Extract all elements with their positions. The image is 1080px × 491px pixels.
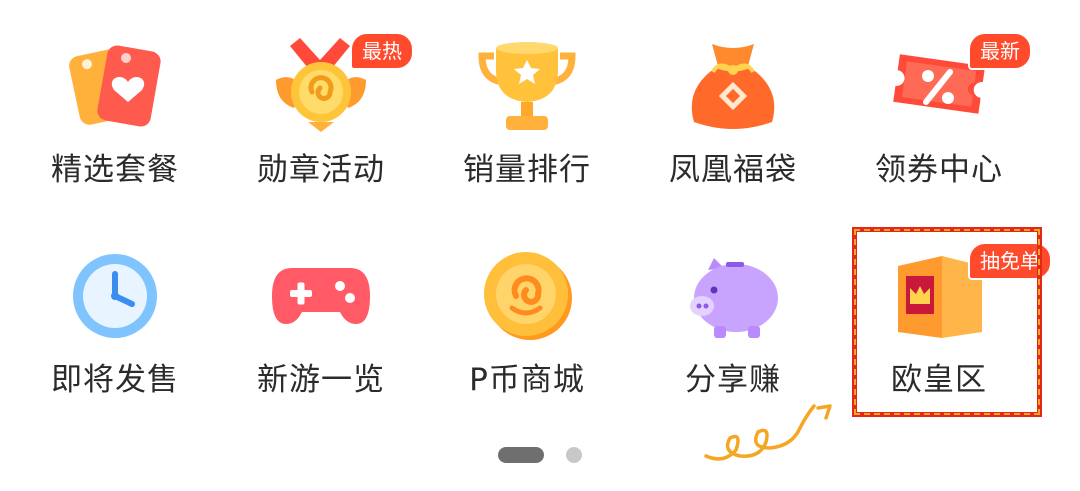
grid-item-p-coin-mall[interactable]: P币商城	[424, 230, 630, 420]
grid-item-coupon-center[interactable]: 最新 领券中心	[836, 20, 1042, 210]
grid-item-label: 勋章活动	[257, 152, 385, 188]
grid-item-sales-ranking[interactable]: 销量排行	[424, 20, 630, 210]
gamepad-icon	[266, 240, 376, 350]
clock-icon	[60, 240, 170, 350]
price-tag-heart-icon	[60, 30, 170, 140]
grid-item-label: 领券中心	[875, 152, 1003, 188]
grid-item-label: P币商城	[469, 362, 585, 398]
grid-item-share-earn[interactable]: 分享赚	[630, 230, 836, 420]
hot-badge: 最热	[350, 32, 414, 70]
page-dot-active[interactable]	[498, 447, 544, 463]
grid-item-phoenix-lucky-bag[interactable]: 凤凰福袋	[630, 20, 836, 210]
grid-item-label: 销量排行	[463, 152, 591, 188]
page-indicator	[0, 447, 1080, 467]
lucky-bag-icon	[678, 30, 788, 140]
grid-item-new-games[interactable]: 新游一览	[218, 230, 424, 420]
page-dot[interactable]	[566, 447, 582, 463]
new-badge: 最新	[968, 32, 1032, 70]
grid-item-coming-soon[interactable]: 即将发售	[12, 230, 218, 420]
highlight-frame	[852, 227, 1042, 417]
grid-item-label: 凤凰福袋	[669, 152, 797, 188]
grid-item-label: 精选套餐	[51, 152, 179, 188]
piggy-bank-icon	[678, 240, 788, 350]
grid-item-label: 新游一览	[257, 362, 385, 398]
grid-item-label: 即将发售	[51, 362, 179, 398]
grid-item-label: 分享赚	[685, 362, 781, 398]
grid-item-medal-events[interactable]: 最热 勋章活动	[218, 20, 424, 210]
trophy-icon	[472, 30, 582, 140]
grid-item-featured-packages[interactable]: 精选套餐	[12, 20, 218, 210]
p-coin-icon	[472, 240, 582, 350]
